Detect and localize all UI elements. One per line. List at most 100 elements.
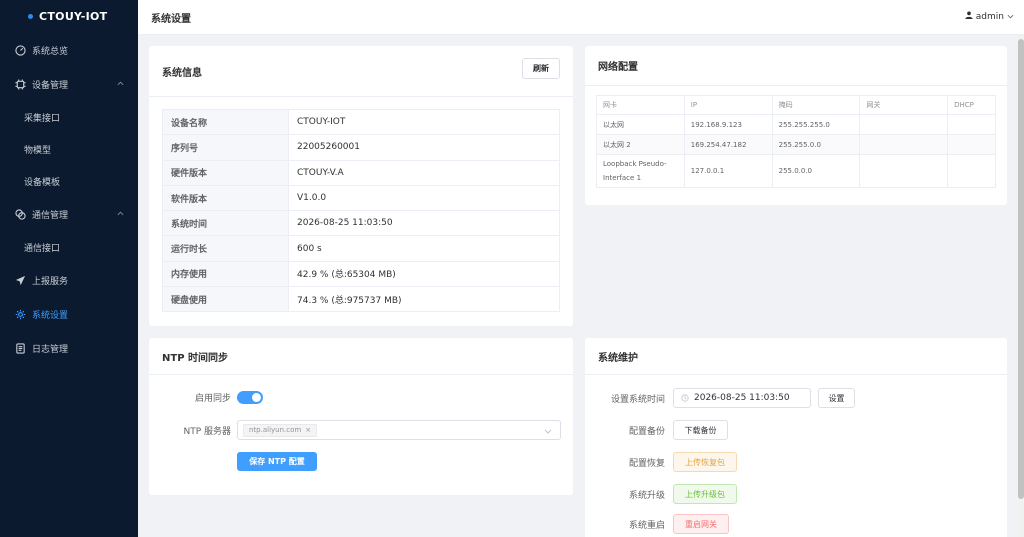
sysinfo-row: 运行时长 600 s xyxy=(162,235,560,262)
clock-icon xyxy=(681,394,689,402)
sysinfo-row: 硬件版本 CTOUY-V.A xyxy=(162,159,560,186)
sysinfo-value: V1.0.0 xyxy=(288,184,560,212)
network-cell: 以太网 xyxy=(596,114,685,135)
ntp-server-tag-text: ntp.aliyun.com xyxy=(249,426,302,434)
sidebar-item-label: 系统总览 xyxy=(32,46,69,57)
user-icon xyxy=(965,11,973,22)
table-row: 以太网 192.168.9.123 255.255.255.0 xyxy=(596,114,996,135)
table-row: 以太网 2 169.254.47.182 255.255.0.0 xyxy=(596,134,996,155)
page-title: 系统设置 xyxy=(151,13,191,25)
backup-label: 配置备份 xyxy=(628,426,665,437)
refresh-button[interactable]: 刷新 xyxy=(522,58,560,79)
scrollbar-thumb[interactable] xyxy=(1018,39,1024,499)
ntp-server-row: NTP 服务器 ntp.aliyun.com × xyxy=(149,420,561,440)
network-cell xyxy=(859,114,949,135)
ntp-enable-label: 启用同步 xyxy=(194,394,231,404)
sidebar-item-system-settings[interactable]: 系统设置 xyxy=(0,297,138,331)
sysinfo-key: 序列号 xyxy=(162,134,289,161)
send-icon xyxy=(14,274,26,286)
sidebar-item-comm-management[interactable]: 通信管理 xyxy=(0,197,138,231)
network-cell: 以太网 2 xyxy=(596,134,685,155)
sysinfo-table: 设备名称 CTOUY-IOT 序列号 22005260001 硬件版本 CTOUY-V.A… xyxy=(162,108,560,313)
upload-restore-button[interactable]: 上传恢复包 xyxy=(673,452,737,472)
sysinfo-key: 硬盘使用 xyxy=(162,286,289,313)
sidebar-item-label: 采集接口 xyxy=(24,113,61,124)
upgrade-label: 系统升级 xyxy=(628,490,665,501)
sysinfo-value: 42.9 % (总:65304 MB) xyxy=(288,260,560,288)
reboot-row: 系统重启 重启网关 xyxy=(585,514,729,534)
brand-logo: CTOUY-IOT xyxy=(0,0,138,32)
user-name: admin xyxy=(975,11,1004,22)
upload-upgrade-button[interactable]: 上传升级包 xyxy=(673,484,737,504)
switch-knob xyxy=(252,393,261,402)
sidebar-item-comm-interface[interactable]: 通信接口 xyxy=(0,231,138,263)
sysinfo-row: 硬盘使用 74.3 % (总:975737 MB) xyxy=(162,286,560,313)
sysinfo-value: 74.3 % (总:975737 MB) xyxy=(288,286,560,313)
network-title: 网络配置 xyxy=(598,62,638,73)
sidebar-item-label: 物模型 xyxy=(24,145,52,156)
network-cell xyxy=(947,114,996,135)
reboot-label: 系统重启 xyxy=(628,520,665,531)
ntp-card: NTP 时间同步 启用同步 NTP 服务器 ntp.aliyun.com × 保… xyxy=(149,338,573,495)
network-cell: 255.255.255.0 xyxy=(771,114,861,135)
sysinfo-value: CTOUY-V.A xyxy=(288,159,560,186)
page-scrollbar[interactable] xyxy=(1018,35,1024,537)
set-time-row: 设置系统时间 2026-08-25 11:03:50 设置 xyxy=(585,388,855,408)
ntp-server-label: NTP 服务器 xyxy=(183,426,231,437)
sidebar-item-thing-model[interactable]: 物模型 xyxy=(0,133,138,165)
ntp-enable-switch[interactable] xyxy=(237,391,263,404)
network-column-header: IP xyxy=(683,95,773,115)
sysinfo-value: 600 s xyxy=(288,235,560,262)
save-ntp-button[interactable]: 保存 NTP 配置 xyxy=(237,452,317,471)
sidebar-item-report-service[interactable]: 上报服务 xyxy=(0,263,138,297)
network-column-header: 网关 xyxy=(859,95,949,115)
sidebar-item-label: 系统设置 xyxy=(32,310,69,321)
table-row: Loopback Pseudo-Interface 1 127.0.0.1 255.… xyxy=(596,154,996,188)
sysinfo-row: 内存使用 42.9 % (总:65304 MB) xyxy=(162,260,560,288)
user-menu[interactable]: admin xyxy=(965,11,1014,22)
sidebar-item-label: 日志管理 xyxy=(32,344,69,355)
sysinfo-key: 运行时长 xyxy=(162,235,289,262)
restore-row: 配置恢复 上传恢复包 xyxy=(585,452,737,472)
sidebar-item-label: 通信管理 xyxy=(32,210,69,221)
sysinfo-key: 设备名称 xyxy=(162,108,289,136)
chevron-up-icon xyxy=(117,79,124,89)
network-cell xyxy=(947,154,996,188)
sidebar-item-collect-interface[interactable]: 采集接口 xyxy=(0,101,138,133)
reboot-gateway-button[interactable]: 重启网关 xyxy=(673,514,729,534)
sysinfo-key: 硬件版本 xyxy=(162,159,289,186)
sysinfo-row: 软件版本 V1.0.0 xyxy=(162,184,560,212)
network-cell: 192.168.9.123 xyxy=(683,114,773,135)
sidebar-item-device-management[interactable]: 设备管理 xyxy=(0,67,138,101)
network-column-header: 掩码 xyxy=(771,95,861,115)
sysinfo-row: 设备名称 CTOUY-IOT xyxy=(162,108,560,136)
dashboard-icon xyxy=(14,44,26,56)
ntp-title: NTP 时间同步 xyxy=(162,352,229,364)
sidebar-item-overview[interactable]: 系统总览 xyxy=(0,33,138,67)
network-cell: 255.0.0.0 xyxy=(771,154,861,188)
network-column-header: DHCP xyxy=(947,95,996,115)
set-time-button[interactable]: 设置 xyxy=(818,388,855,408)
sidebar-item-device-template[interactable]: 设备模板 xyxy=(0,165,138,197)
sidebar-item-log-management[interactable]: 日志管理 xyxy=(0,331,138,365)
brand-name: CTOUY-IOT xyxy=(39,9,108,23)
document-icon xyxy=(14,342,26,354)
sysinfo-key: 软件版本 xyxy=(162,184,289,212)
chevron-up-icon xyxy=(117,209,124,219)
device-icon xyxy=(14,78,26,90)
download-backup-button[interactable]: 下载备份 xyxy=(673,420,728,440)
link-icon xyxy=(14,208,26,220)
network-cell xyxy=(947,134,996,155)
time-picker-input[interactable]: 2026-08-25 11:03:50 xyxy=(673,388,811,408)
ntp-server-select[interactable]: ntp.aliyun.com × xyxy=(237,420,561,440)
sysinfo-value: 2026-08-25 11:03:50 xyxy=(288,210,560,237)
brand-dot-icon xyxy=(28,13,33,19)
time-value: 2026-08-25 11:03:50 xyxy=(694,393,790,403)
sysinfo-key: 内存使用 xyxy=(162,260,289,288)
sysinfo-header: 系统信息 刷新 xyxy=(149,46,573,97)
close-icon[interactable]: × xyxy=(305,426,311,434)
sysinfo-key: 系统时间 xyxy=(162,210,289,237)
sysinfo-card: 系统信息 刷新 设备名称 CTOUY-IOT 序列号 22005260001 硬件版本 C… xyxy=(149,46,573,326)
backup-row: 配置备份 下载备份 xyxy=(585,420,728,440)
network-cell: 255.255.0.0 xyxy=(771,134,861,155)
